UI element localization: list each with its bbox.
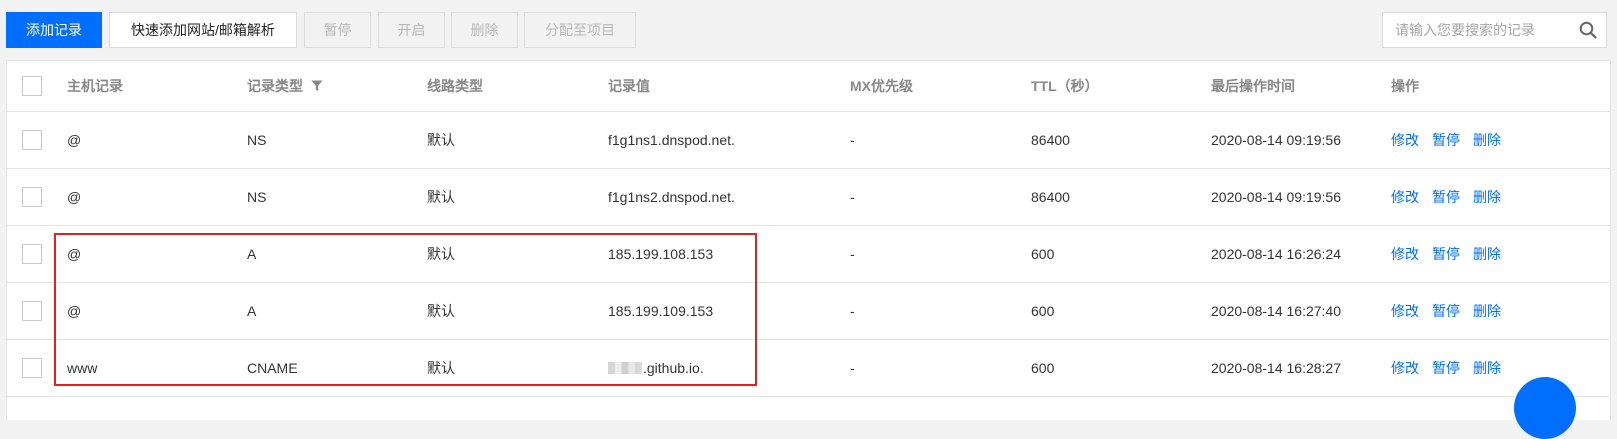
pause-link[interactable]: 暂停 [1432,358,1460,378]
edit-link[interactable]: 修改 [1391,244,1419,264]
row-checkbox[interactable] [22,244,42,264]
select-all-checkbox[interactable] [22,76,42,96]
filter-icon[interactable] [311,80,323,92]
cell-mx: - [850,303,855,319]
records-table: 主机记录 记录类型 线路类型 记录值 MX优先级 TTL（秒） 最后操作时间 操… [6,60,1611,420]
enable-button[interactable]: 开启 [378,12,445,48]
cell-ops: 修改 暂停 删除 [1391,112,1514,168]
cell-host: www [67,360,98,376]
cell-value: f1g1ns2.dnspod.net. [608,189,735,205]
cell-time: 2020-08-14 16:27:40 [1211,303,1341,319]
cell-type: A [247,246,257,262]
cell-ttl: 600 [1031,246,1055,262]
row-checkbox[interactable] [22,187,42,207]
cell-mx: - [850,246,855,262]
header-value: 记录值 [608,78,650,94]
search-input[interactable] [1383,13,1563,47]
cell-time: 2020-08-14 16:28:27 [1211,360,1341,376]
toolbar: 添加记录 快速添加网站/邮箱解析 暂停 开启 删除 分配至项目 [6,12,1607,48]
cell-ttl: 86400 [1031,132,1070,148]
cell-ops: 修改 暂停 删除 [1391,340,1514,396]
cell-mx: - [850,132,855,148]
cell-ops: 修改 暂停 删除 [1391,226,1514,282]
redacted-mosaic [608,362,642,374]
delete-link[interactable]: 删除 [1473,301,1501,321]
header-line: 线路类型 [427,78,483,94]
cell-type: CNAME [247,360,298,376]
cell-ops: 修改 暂停 删除 [1391,283,1514,339]
cell-type: NS [247,132,267,148]
cell-type: NS [247,189,267,205]
cell-host: @ [67,189,82,205]
cell-time: 2020-08-14 09:19:56 [1211,189,1341,205]
edit-link[interactable]: 修改 [1391,187,1419,207]
delete-link[interactable]: 删除 [1473,358,1501,378]
cell-line: 默认 [427,246,455,262]
cell-value: 185.199.109.153 [608,303,714,319]
cell-value: 185.199.108.153 [608,246,714,262]
cell-ttl: 86400 [1031,189,1070,205]
cell-ttl: 600 [1031,303,1055,319]
cell-host: @ [67,246,82,262]
header-type-label: 记录类型 [247,78,303,94]
add-record-button[interactable]: 添加记录 [6,12,102,48]
header-host: 主机记录 [67,78,123,94]
header-time: 最后操作时间 [1211,78,1295,94]
row-checkbox[interactable] [22,130,42,150]
table-row: @ NS 默认 f1g1ns1.dnspod.net. - 86400 2020… [7,112,1610,169]
cell-mx: - [850,360,855,376]
search-box [1382,12,1607,48]
edit-link[interactable]: 修改 [1391,130,1419,150]
cell-time: 2020-08-14 09:19:56 [1211,132,1341,148]
header-mx: MX优先级 [850,78,913,94]
table-row: www CNAME 默认 .github.io. - 600 2020-08-1… [7,340,1610,397]
cell-line: 默认 [427,189,455,205]
cell-value: f1g1ns1.dnspod.net. [608,132,735,148]
table-row: @ A 默认 185.199.109.153 - 600 2020-08-14 … [7,283,1610,340]
chat-bubble-icon[interactable] [1514,377,1576,439]
cell-host: @ [67,303,82,319]
cell-line: 默认 [427,132,455,148]
header-type[interactable]: 记录类型 [247,61,323,111]
cell-ttl: 600 [1031,360,1055,376]
cell-mx: - [850,189,855,205]
header-ops: 操作 [1391,78,1419,94]
quick-add-button[interactable]: 快速添加网站/邮箱解析 [109,12,297,48]
row-checkbox[interactable] [22,358,42,378]
cell-line: 默认 [427,303,455,319]
edit-link[interactable]: 修改 [1391,358,1419,378]
cell-time: 2020-08-14 16:26:24 [1211,246,1341,262]
table-row: @ A 默认 185.199.108.153 - 600 2020-08-14 … [7,226,1610,283]
cell-host: @ [67,132,82,148]
pause-link[interactable]: 暂停 [1432,130,1460,150]
table-header: 主机记录 记录类型 线路类型 记录值 MX优先级 TTL（秒） 最后操作时间 操… [7,61,1610,112]
cell-ops: 修改 暂停 删除 [1391,169,1514,225]
pause-button[interactable]: 暂停 [304,12,371,48]
header-ttl: TTL（秒） [1031,78,1099,94]
cell-value: .github.io. [608,340,704,396]
delete-button[interactable]: 删除 [451,12,518,48]
pause-link[interactable]: 暂停 [1432,187,1460,207]
table-row: @ NS 默认 f1g1ns2.dnspod.net. - 86400 2020… [7,169,1610,226]
delete-link[interactable]: 删除 [1473,187,1501,207]
pause-link[interactable]: 暂停 [1432,244,1460,264]
cell-line: 默认 [427,360,455,376]
edit-link[interactable]: 修改 [1391,301,1419,321]
search-icon[interactable] [1579,21,1597,39]
row-checkbox[interactable] [22,301,42,321]
pause-link[interactable]: 暂停 [1432,301,1460,321]
cell-value-text: .github.io. [643,360,704,376]
assign-project-button[interactable]: 分配至项目 [524,12,636,48]
delete-link[interactable]: 删除 [1473,244,1501,264]
cell-type: A [247,303,257,319]
delete-link[interactable]: 删除 [1473,130,1501,150]
